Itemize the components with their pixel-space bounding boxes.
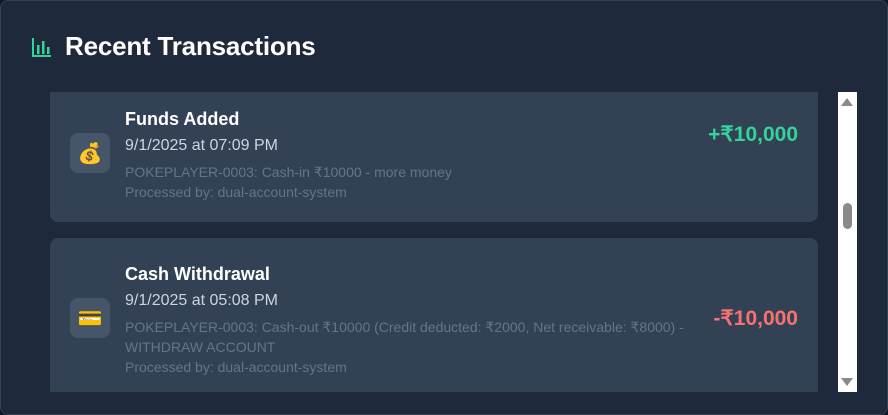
transaction-processed-by: Processed by: dual-account-system	[125, 184, 347, 200]
panel-header: Recent Transactions	[31, 31, 316, 62]
transaction-description: POKEPLAYER-0003: Cash-in ₹10000 - more m…	[125, 164, 452, 180]
transaction-description: POKEPLAYER-0003: Cash-out ₹10000 (Credit…	[125, 319, 684, 355]
transaction-amount: +₹10,000	[708, 123, 798, 146]
money-bag-icon: 💰	[70, 133, 110, 173]
transaction-datetime: 9/1/2025 at 07:09 PM	[125, 137, 278, 154]
transaction-datetime: 9/1/2025 at 05:08 PM	[125, 292, 278, 309]
scrollbar-thumb[interactable]	[843, 203, 852, 229]
transaction-title: Funds Added	[125, 109, 240, 129]
transaction-amount: -₹10,000	[713, 307, 798, 330]
panel-title: Recent Transactions	[65, 31, 316, 61]
recent-transactions-panel: Recent Transactions 💰 Funds Added 9/1/20…	[0, 0, 888, 415]
transaction-card: 💳 Cash Withdrawal 9/1/2025 at 05:08 PM P…	[50, 238, 818, 392]
transaction-title: Cash Withdrawal	[125, 264, 270, 284]
transaction-processed-by: Processed by: dual-account-system	[125, 359, 347, 375]
transaction-details: Funds Added 9/1/2025 at 07:09 PM POKEPLA…	[125, 108, 698, 202]
scroll-down-arrow-icon[interactable]	[841, 378, 853, 386]
bar-chart-icon	[31, 36, 53, 58]
transaction-card: 💰 Funds Added 9/1/2025 at 07:09 PM POKEP…	[50, 92, 818, 222]
transaction-details: Cash Withdrawal 9/1/2025 at 05:08 PM POK…	[125, 263, 698, 377]
transactions-list[interactable]: 💰 Funds Added 9/1/2025 at 07:09 PM POKEP…	[50, 92, 818, 392]
credit-card-icon: 💳	[70, 298, 110, 338]
scrollbar[interactable]	[838, 92, 857, 392]
scroll-up-arrow-icon[interactable]	[841, 98, 853, 106]
